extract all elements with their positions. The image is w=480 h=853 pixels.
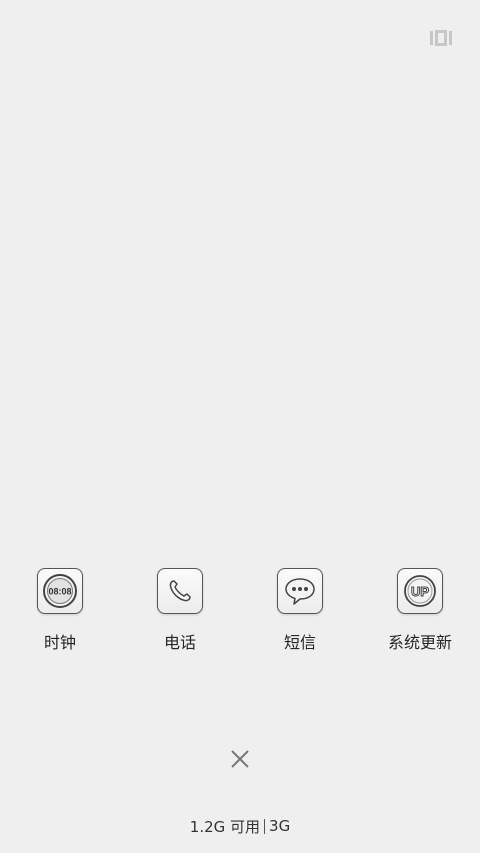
- message-icon: [277, 568, 323, 614]
- network-type: 3G: [269, 817, 291, 835]
- system-update-icon: UP: [397, 568, 443, 614]
- close-icon: [231, 750, 249, 768]
- close-all-button[interactable]: [224, 743, 256, 775]
- memory-status: 1.2G 可用 3G: [0, 815, 480, 837]
- app-clock[interactable]: 08:08 时钟: [0, 568, 120, 664]
- memory-available: 1.2G 可用: [189, 817, 261, 836]
- update-icon-text: UP: [411, 584, 429, 599]
- app-phone-label: 电话: [163, 633, 196, 652]
- recent-apps-row: 08:08 时钟 电话 短信 UP 系统更新: [0, 568, 480, 664]
- clock-icon: 08:08: [37, 568, 83, 614]
- app-clock-label: 时钟: [43, 633, 76, 652]
- app-phone[interactable]: 电话: [120, 568, 240, 664]
- app-system-update-label: 系统更新: [387, 633, 452, 652]
- app-messages-label: 短信: [283, 633, 316, 652]
- app-messages[interactable]: 短信: [240, 568, 360, 664]
- phone-icon: [157, 568, 203, 614]
- app-system-update[interactable]: UP 系统更新: [360, 568, 480, 664]
- multi-window-icon[interactable]: [430, 30, 452, 46]
- memory-divider: [264, 818, 266, 834]
- clock-icon-time: 08:08: [48, 587, 71, 597]
